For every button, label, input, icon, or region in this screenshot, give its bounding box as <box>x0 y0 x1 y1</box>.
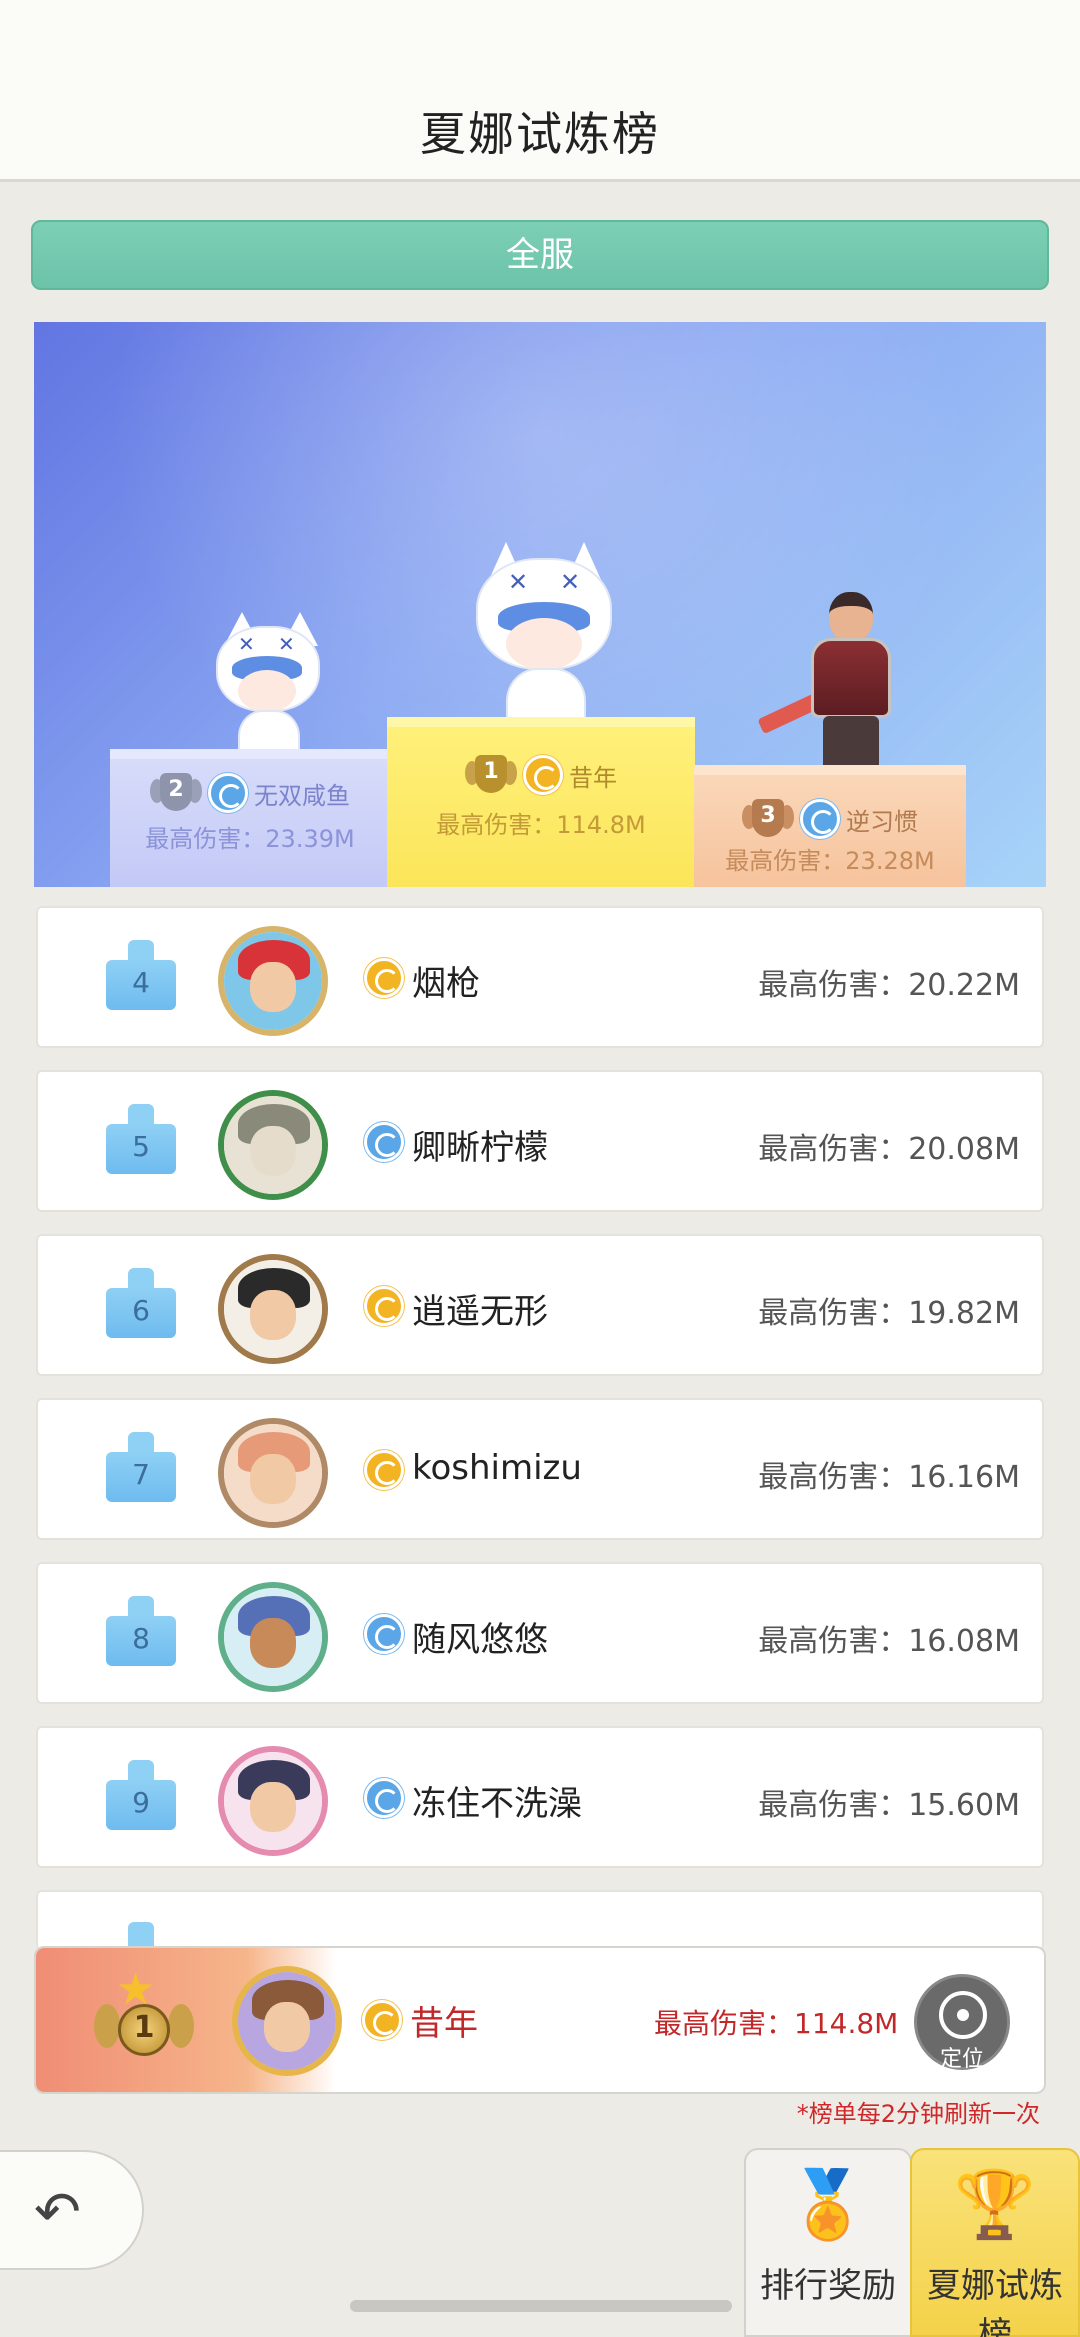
player-name: 昔年 <box>569 763 617 792</box>
player-damage: 最高伤害：23.39M <box>145 825 355 853</box>
rank-badge-icon: 8 <box>106 1596 176 1666</box>
faction-icon <box>362 2000 402 2040</box>
player-damage: 最高伤害：20.22M <box>758 968 1020 1003</box>
refresh-note: *榜单每2分钟刷新一次 <box>796 2100 1040 2128</box>
ranking-row[interactable]: 5 卿晰柠檬 最高伤害：20.08M <box>36 1070 1044 1212</box>
player-damage: 最高伤害：19.82M <box>758 1296 1020 1331</box>
player-damage: 最高伤害：114.8M <box>436 811 646 839</box>
ranking-row[interactable]: 8 随风悠悠 最高伤害：16.08M <box>36 1562 1044 1704</box>
rank-badge-icon: 9 <box>106 1760 176 1830</box>
player-name: 随风悠悠 <box>412 1620 548 1660</box>
player-name: 冻住不洗澡 <box>412 1784 582 1824</box>
faction-icon <box>364 1778 404 1818</box>
rank-badge-icon: 6 <box>106 1268 176 1338</box>
player-damage: 最高伤害：20.08M <box>758 1132 1020 1167</box>
podium-icon: 🏆 <box>953 2166 1037 2243</box>
podium-second: 2 无双咸鱼 最高伤害：23.39M <box>110 749 390 887</box>
tab-trial-board[interactable]: 🏆 夏娜试炼榜 <box>910 2148 1080 2337</box>
faction-icon <box>364 1614 404 1654</box>
my-player-damage: 最高伤害：114.8M <box>654 2007 899 2040</box>
player-damage: 最高伤害：23.28M <box>725 847 935 875</box>
faction-icon <box>523 755 563 795</box>
faction-icon <box>364 1122 404 1162</box>
back-button[interactable]: ↶ <box>0 2150 144 2270</box>
faction-icon <box>364 1286 404 1326</box>
player-name: 卿晰柠檬 <box>412 1128 548 1168</box>
podium-stage: ✕ ✕ ✕ ✕ 2 无双咸鱼 最高伤害：23.39M 1 昔年 最高伤害：114… <box>34 322 1046 887</box>
player-name: 逆习惯 <box>846 807 918 836</box>
my-avatar[interactable] <box>232 1966 342 2076</box>
rank-badge-icon: 7 <box>106 1432 176 1502</box>
avatar[interactable] <box>218 1254 328 1364</box>
avatar[interactable] <box>218 1090 328 1200</box>
gold-medal-icon: 1 <box>465 753 517 797</box>
podium-third: 3 逆习惯 最高伤害：23.28M <box>694 765 966 887</box>
avatar[interactable] <box>218 926 328 1036</box>
ranking-row-partial <box>36 1890 1044 1950</box>
locate-button[interactable]: 定位 <box>914 1974 1010 2072</box>
ranking-row[interactable]: 4 烟枪 最高伤害：20.22M <box>36 906 1044 1048</box>
tab-rank-reward[interactable]: 🏅 排行奖励 <box>744 2148 912 2337</box>
player-damage: 最高伤害：16.08M <box>758 1624 1020 1659</box>
avatar[interactable] <box>218 1418 328 1528</box>
avatar[interactable] <box>218 1746 328 1856</box>
player-name: 无双咸鱼 <box>254 781 350 810</box>
player-name: 逍遥无形 <box>412 1292 548 1332</box>
server-filter-button[interactable]: 全服 <box>31 220 1049 290</box>
faction-icon <box>364 958 404 998</box>
home-indicator <box>350 2300 732 2312</box>
player-name: koshimizu <box>412 1448 582 1488</box>
top-bar: 夏娜试炼榜 <box>0 0 1080 182</box>
player-damage: 最高伤害：16.16M <box>758 1460 1020 1495</box>
ranking-row[interactable]: 7 koshimizu 最高伤害：16.16M <box>36 1398 1044 1540</box>
third-place-character <box>757 592 907 782</box>
faction-icon <box>364 1450 404 1490</box>
podium-first: 1 昔年 最高伤害：114.8M <box>387 717 695 887</box>
player-name: 烟枪 <box>412 964 480 1004</box>
ranking-row[interactable]: 6 逍遥无形 最高伤害：19.82M <box>36 1234 1044 1376</box>
first-rank-medal-icon: ★ 1 <box>88 1964 198 2074</box>
rank-badge-icon: 5 <box>106 1104 176 1174</box>
bronze-medal-icon: 3 <box>742 797 794 841</box>
rank-badge-icon: 4 <box>106 940 176 1010</box>
ranking-row[interactable]: 9 冻住不洗澡 最高伤害：15.60M <box>36 1726 1044 1868</box>
my-ranking-row: ★ 1 昔年 最高伤害：114.8M 定位 <box>34 1946 1046 2094</box>
avatar[interactable] <box>218 1582 328 1692</box>
faction-icon <box>800 799 840 839</box>
faction-icon <box>208 773 248 813</box>
silver-medal-icon: 2 <box>150 771 202 815</box>
player-damage: 最高伤害：15.60M <box>758 1788 1020 1823</box>
my-player-name: 昔年 <box>410 2004 478 2044</box>
page-title: 夏娜试炼榜 <box>420 107 660 161</box>
medal-icon: 🏅 <box>786 2166 870 2243</box>
back-arrow-icon: ↶ <box>34 2180 81 2245</box>
